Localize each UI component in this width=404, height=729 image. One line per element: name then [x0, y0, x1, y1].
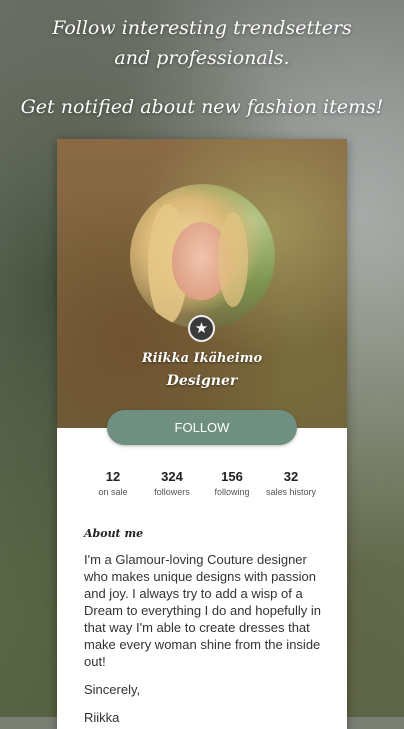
profile-card: ★ Riikka Ikäheimo Designer FOLLOW 12 on … — [57, 139, 347, 729]
about-text: I'm a Glamour-loving Couture designer wh… — [84, 552, 322, 669]
star-icon: ★ — [188, 315, 215, 342]
follow-button[interactable]: FOLLOW — [107, 410, 297, 445]
headline-notify: Get notified about new fashion items! — [20, 96, 384, 118]
about-sign-off: Sincerely, — [84, 682, 141, 697]
profile-role: Designer — [166, 373, 238, 389]
avatar — [130, 184, 275, 329]
profile-name: Riikka Ikäheimo — [141, 351, 263, 366]
stat-sales-history[interactable]: 32 sales history — [256, 469, 326, 499]
about-title: About me — [84, 527, 144, 540]
about-signature: Riikka — [84, 710, 120, 725]
profile-stats: 12 on sale 324 followers 156 following 3… — [57, 469, 347, 503]
profile-hero: ★ Riikka Ikäheimo Designer — [57, 139, 347, 428]
headline-follow: Follow interesting trendsetters and prof… — [52, 17, 352, 69]
